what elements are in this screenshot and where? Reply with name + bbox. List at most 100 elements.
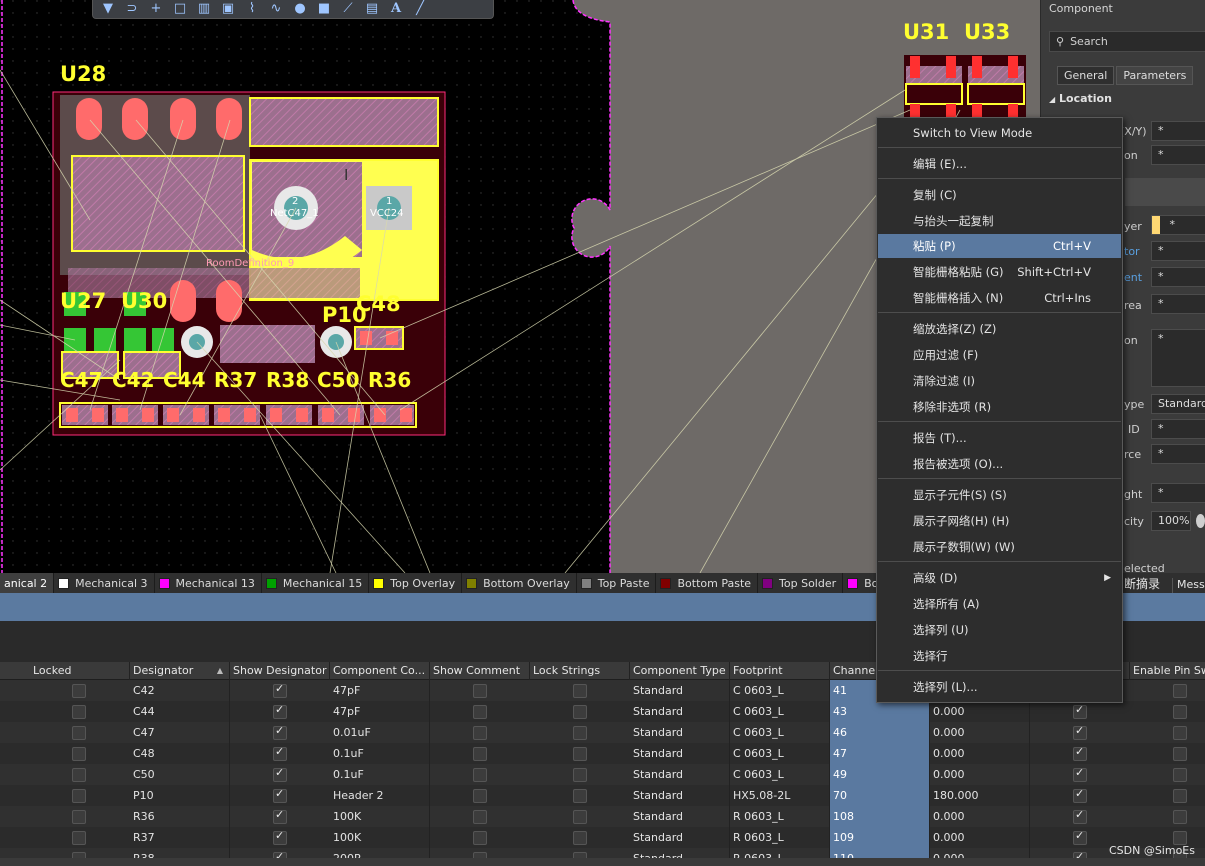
menu-item[interactable]: 报告被选项 (O)... bbox=[878, 452, 1121, 476]
cell-rotation[interactable]: 0.000 bbox=[930, 722, 1030, 743]
flag-checkbox[interactable] bbox=[1073, 829, 1087, 845]
menu-item[interactable]: Switch to View Mode bbox=[878, 121, 1121, 145]
cell-footprint[interactable]: HX5.08-2L bbox=[730, 785, 830, 806]
field-opacity[interactable]: 100% bbox=[1151, 511, 1191, 531]
field-layer[interactable]: * bbox=[1151, 215, 1205, 235]
col-footprint[interactable]: Footprint bbox=[730, 662, 830, 680]
cell-rotation[interactable]: 0.000 bbox=[930, 701, 1030, 722]
menu-item[interactable]: 应用过滤 (F) bbox=[878, 343, 1121, 367]
cell-component-type[interactable]: Standard bbox=[630, 848, 730, 858]
locked-checkbox[interactable] bbox=[72, 789, 86, 803]
show-comment-checkbox[interactable] bbox=[473, 684, 487, 698]
show-designator-checkbox[interactable] bbox=[273, 766, 287, 782]
text-icon[interactable]: A bbox=[387, 1, 405, 17]
section-location[interactable]: ◢ Location bbox=[1049, 92, 1112, 105]
side-tab-clip[interactable]: 断摘录 bbox=[1124, 575, 1160, 592]
lock-strings-checkbox[interactable] bbox=[573, 831, 587, 845]
cell-rotation[interactable]: 0.000 bbox=[930, 827, 1030, 848]
select-rect-icon[interactable]: □ bbox=[171, 1, 189, 17]
show-designator-checkbox[interactable] bbox=[273, 829, 287, 845]
col-show-designator[interactable]: Show Designator bbox=[230, 662, 330, 680]
menu-item[interactable]: 选择列 (U) bbox=[878, 618, 1121, 642]
cell-footprint[interactable]: C 0603_L bbox=[730, 680, 830, 701]
tab-parameters[interactable]: Parameters bbox=[1116, 66, 1194, 85]
show-comment-checkbox[interactable] bbox=[473, 831, 487, 845]
lock-strings-checkbox[interactable] bbox=[573, 726, 587, 740]
field-type[interactable]: Standard bbox=[1151, 394, 1205, 414]
cell-component-type[interactable]: Standard bbox=[630, 806, 730, 827]
enable-pin-swap-checkbox[interactable] bbox=[1173, 705, 1187, 719]
cell-comment[interactable]: 100K bbox=[330, 827, 430, 848]
table-row[interactable]: C48 0.1uF StandardC 0603_L470.000 bbox=[0, 743, 1205, 764]
cell-footprint[interactable]: C 0603_L bbox=[730, 743, 830, 764]
table-row[interactable]: R37 100K StandardR 0603_L1090.000 bbox=[0, 827, 1205, 848]
field-component[interactable]: * bbox=[1151, 267, 1205, 287]
flag-checkbox[interactable] bbox=[1073, 787, 1087, 803]
cell-channel[interactable]: 110 bbox=[830, 848, 930, 858]
field-id[interactable]: * bbox=[1151, 419, 1205, 439]
menu-item[interactable]: 智能栅格粘贴 (G) Shift+Ctrl+V bbox=[878, 260, 1121, 284]
col-component-comment[interactable]: Component Co... bbox=[330, 662, 430, 680]
menu-item[interactable]: 展示子网络(H) (H) bbox=[878, 509, 1121, 533]
side-tab-messages[interactable]: Messa bbox=[1172, 578, 1205, 594]
opacity-slider-handle[interactable] bbox=[1196, 514, 1205, 528]
flag-checkbox[interactable] bbox=[1073, 766, 1087, 782]
lock-strings-checkbox[interactable] bbox=[573, 789, 587, 803]
lock-strings-checkbox[interactable] bbox=[573, 810, 587, 824]
show-designator-checkbox[interactable] bbox=[273, 808, 287, 824]
cell-footprint[interactable]: R 0603_L bbox=[730, 806, 830, 827]
cell-rotation[interactable]: 0.000 bbox=[930, 743, 1030, 764]
show-comment-checkbox[interactable] bbox=[473, 726, 487, 740]
fill-icon[interactable]: ■ bbox=[315, 1, 333, 17]
field-creator[interactable]: * bbox=[1151, 241, 1205, 261]
lock-strings-checkbox[interactable] bbox=[573, 705, 587, 719]
show-designator-checkbox[interactable] bbox=[273, 724, 287, 740]
field-source[interactable]: * bbox=[1151, 444, 1205, 464]
cell-designator[interactable]: R37 bbox=[130, 827, 230, 848]
cell-rotation[interactable]: 180.000 bbox=[930, 785, 1030, 806]
cell-designator[interactable]: C47 bbox=[130, 722, 230, 743]
show-designator-checkbox[interactable] bbox=[273, 745, 287, 761]
locked-checkbox[interactable] bbox=[72, 726, 86, 740]
cell-component-type[interactable]: Standard bbox=[630, 701, 730, 722]
menu-item[interactable]: 展示子数铜(W) (W) bbox=[878, 535, 1121, 559]
show-designator-checkbox[interactable] bbox=[273, 787, 287, 803]
field-description[interactable]: * bbox=[1151, 329, 1205, 387]
cell-comment[interactable]: 100K bbox=[330, 806, 430, 827]
cell-rotation[interactable]: 0.000 bbox=[930, 848, 1030, 858]
menu-item[interactable]: 高级 (D) ▶ bbox=[878, 566, 1121, 590]
cell-channel[interactable]: 108 bbox=[830, 806, 930, 827]
enable-pin-swap-checkbox[interactable] bbox=[1173, 684, 1187, 698]
component-icon[interactable]: ▣ bbox=[219, 1, 237, 17]
layer-tab[interactable]: Mechanical 3 bbox=[54, 573, 155, 593]
cell-designator[interactable]: R38 bbox=[130, 848, 230, 858]
cell-footprint[interactable]: C 0603_L bbox=[730, 722, 830, 743]
layer-tab[interactable]: Top Overlay bbox=[369, 573, 463, 593]
table-row[interactable]: R38 200R StandardR 0603_L1100.000 bbox=[0, 848, 1205, 858]
field-height[interactable]: * bbox=[1151, 483, 1205, 503]
cell-component-type[interactable]: Standard bbox=[630, 743, 730, 764]
magnet-icon[interactable]: ⊃ bbox=[123, 1, 141, 17]
enable-pin-swap-checkbox[interactable] bbox=[1173, 726, 1187, 740]
lock-strings-checkbox[interactable] bbox=[573, 684, 587, 698]
cell-comment[interactable]: 200R bbox=[330, 848, 430, 858]
text-frame-icon[interactable]: ▤ bbox=[363, 1, 381, 17]
cell-channel[interactable]: 49 bbox=[830, 764, 930, 785]
layer-tab[interactable]: Mechanical 13 bbox=[155, 573, 262, 593]
menu-item[interactable]: 与抬头一起复制 bbox=[878, 209, 1121, 233]
cell-comment[interactable]: 47pF bbox=[330, 680, 430, 701]
cell-component-type[interactable]: Standard bbox=[630, 785, 730, 806]
flag-checkbox[interactable] bbox=[1073, 808, 1087, 824]
draw-line-icon[interactable]: ╱ bbox=[411, 1, 429, 17]
cell-comment[interactable]: 0.01uF bbox=[330, 722, 430, 743]
route-icon[interactable]: ⌇ bbox=[243, 1, 261, 17]
cell-designator[interactable]: R36 bbox=[130, 806, 230, 827]
tab-general[interactable]: General bbox=[1057, 66, 1115, 85]
menu-item[interactable]: 缩放选择(Z) (Z) bbox=[878, 317, 1121, 341]
show-comment-checkbox[interactable] bbox=[473, 789, 487, 803]
cell-designator[interactable]: C48 bbox=[130, 743, 230, 764]
show-designator-checkbox[interactable] bbox=[273, 703, 287, 719]
show-comment-checkbox[interactable] bbox=[473, 705, 487, 719]
table-row[interactable]: C44 47pF StandardC 0603_L430.000 bbox=[0, 701, 1205, 722]
properties-search-input[interactable]: ⚲ Search bbox=[1049, 31, 1205, 52]
